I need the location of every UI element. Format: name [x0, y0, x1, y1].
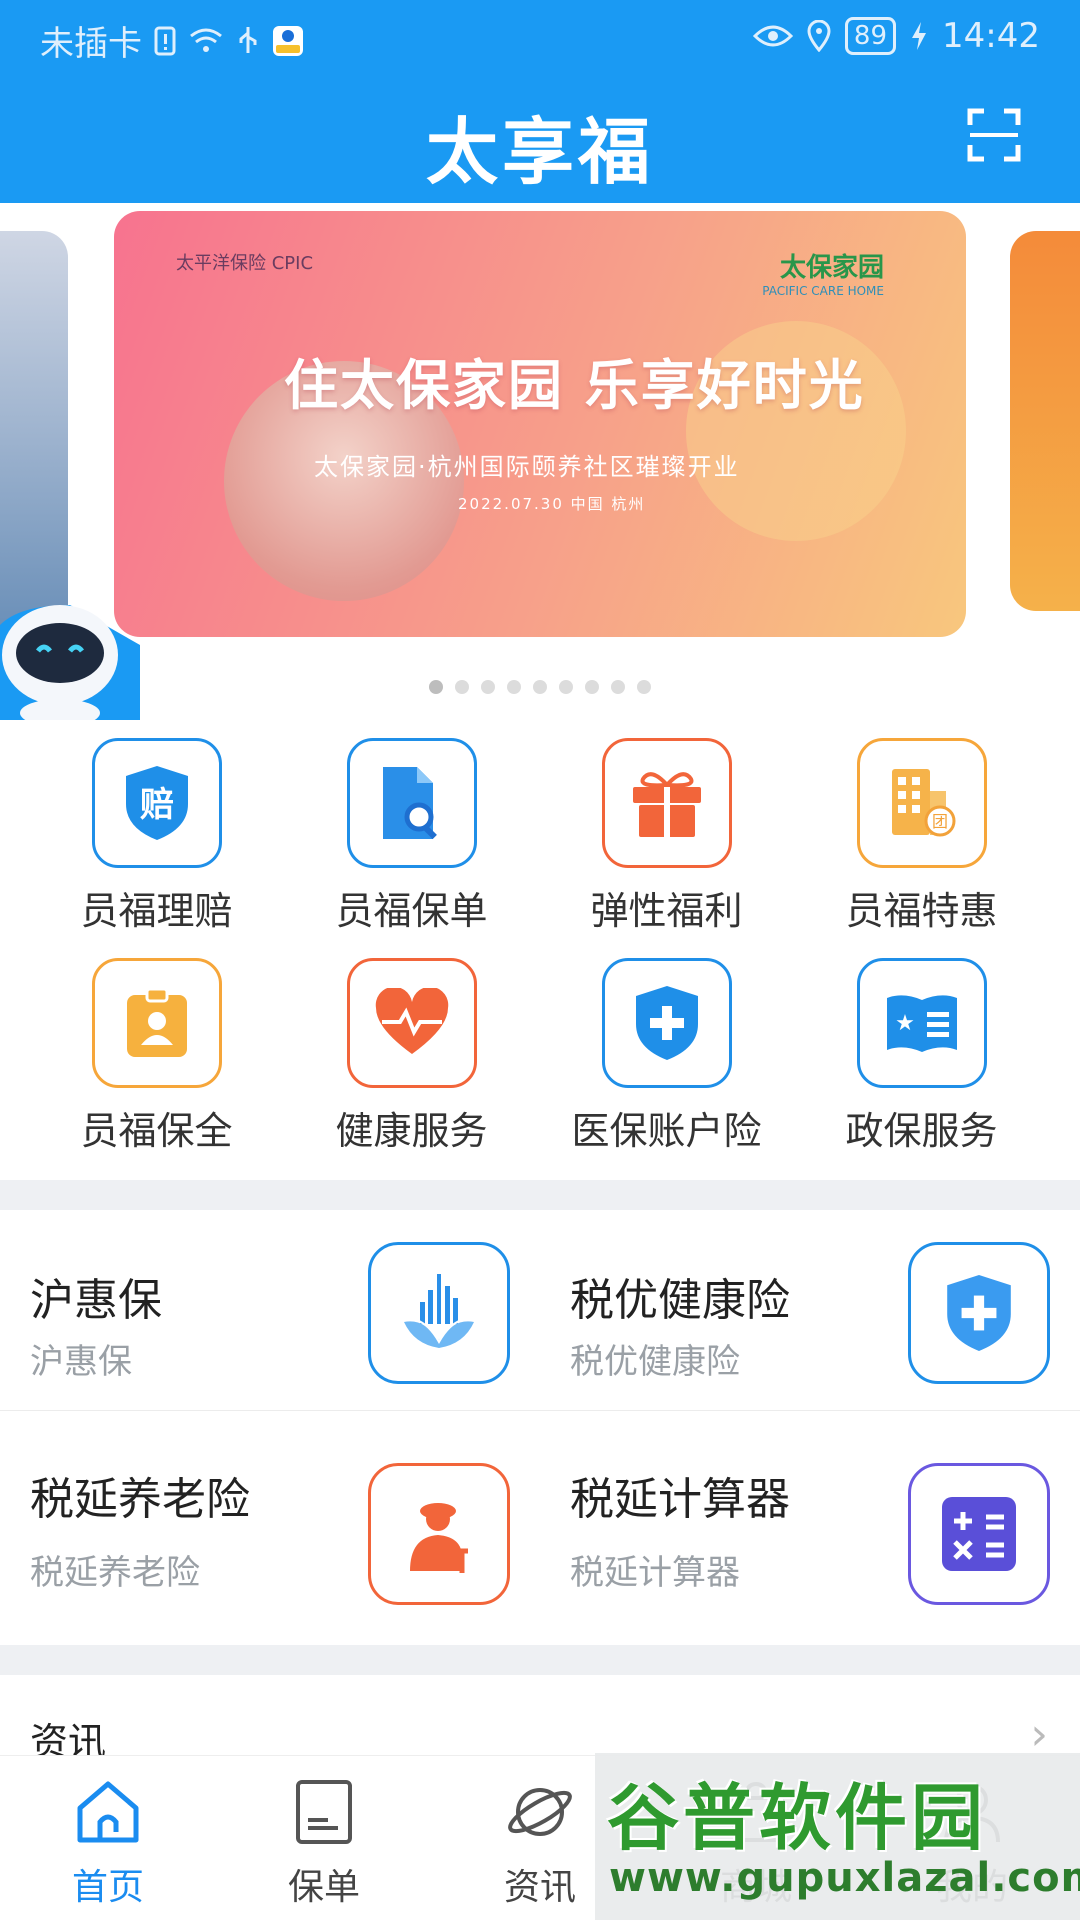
- banner-headline: 住太保家园 乐享好时光: [284, 353, 865, 417]
- battery-indicator: 89: [844, 17, 897, 55]
- sim-warning-icon: [154, 26, 176, 55]
- banner-carousel[interactable]: 太平洋保险 CPIC 太保家园 PACIFIC CARE HOME 住太保家园 …: [0, 203, 1080, 723]
- usb-icon: [239, 26, 257, 53]
- product-card-tax-calculator[interactable]: 税延计算器 税延计算器: [540, 1411, 1080, 1611]
- watermark-text: 谷普软件园: [607, 1776, 988, 1860]
- menu-item-label: 员福保全: [80, 1109, 233, 1153]
- svg-text:★: ★: [895, 1011, 915, 1036]
- menu-item-policy[interactable]: 员福保单: [284, 738, 539, 935]
- news-section-header[interactable]: 资讯 ›: [0, 1675, 1080, 1764]
- menu-item-preservation[interactable]: 员福保全: [29, 958, 284, 1155]
- app-title: 太享福: [425, 110, 654, 194]
- pagination-dot[interactable]: [429, 680, 443, 694]
- section-divider: [0, 1645, 1080, 1675]
- policy-doc-icon: [296, 1780, 352, 1844]
- menu-item-label: 弹性福利: [590, 889, 743, 933]
- app-notification-icon: [273, 25, 303, 56]
- product-name: 税延养老险: [30, 1474, 250, 1525]
- pagination-dot[interactable]: [559, 680, 573, 694]
- menu-item-flex-benefits[interactable]: 弹性福利: [539, 738, 794, 935]
- app-header: 太享福: [0, 75, 1080, 203]
- banner-next-slide[interactable]: [1010, 231, 1080, 611]
- calculator-icon: [908, 1463, 1050, 1605]
- banner-slide[interactable]: 太平洋保险 CPIC 太保家园 PACIFIC CARE HOME 住太保家园 …: [114, 211, 966, 637]
- robot-assistant-icon[interactable]: [0, 585, 140, 720]
- gift-icon: [601, 738, 732, 868]
- product-subtitle: 税优健康险: [570, 1342, 740, 1382]
- watermark-url: www.gupuxlazal.com: [609, 1855, 1080, 1901]
- building-discount-icon: 团: [856, 738, 987, 868]
- medical-shield-icon: [601, 958, 732, 1088]
- product-subtitle: 沪惠保: [30, 1342, 132, 1382]
- menu-item-label: 员福理赔: [80, 889, 233, 933]
- care-home-logo-cn: 太保家园: [779, 253, 884, 283]
- pagination-dot[interactable]: [507, 680, 521, 694]
- product-subtitle: 税延计算器: [570, 1553, 740, 1593]
- wifi-icon: [190, 28, 222, 52]
- care-home-logo-en: PACIFIC CARE HOME: [762, 284, 884, 298]
- cpic-logo: 太平洋保险 CPIC: [176, 253, 314, 274]
- pagination-dot[interactable]: [637, 680, 651, 694]
- carrier-label: 未插卡: [40, 24, 142, 64]
- government-book-icon: ★: [856, 958, 987, 1088]
- product-card-huhuibao[interactable]: 沪惠保 沪惠保: [0, 1210, 541, 1411]
- watermark-overlay: 谷普软件园 www.gupuxlazal.com: [595, 1753, 1080, 1920]
- banner-pagination: [0, 680, 1080, 694]
- home-icon: [77, 1781, 139, 1843]
- shanghai-skyline-icon: [368, 1242, 510, 1384]
- section-divider: [0, 1180, 1080, 1210]
- planet-icon: [508, 1788, 572, 1836]
- menu-item-label: 医保账户险: [571, 1109, 762, 1153]
- location-icon: [807, 20, 831, 52]
- pagination-dot[interactable]: [533, 680, 547, 694]
- pagination-dot[interactable]: [481, 680, 495, 694]
- tab-label: 保单: [287, 1867, 360, 1908]
- tab-home[interactable]: 首页: [0, 1776, 216, 1910]
- banner-date: 2022.07.30 中国 杭州: [458, 495, 646, 513]
- care-home-logo: 太保家园 PACIFIC CARE HOME: [762, 247, 884, 298]
- banner-prev-slide[interactable]: [0, 231, 68, 631]
- tab-policy[interactable]: 保单: [216, 1776, 432, 1910]
- heart-pulse-icon: [346, 958, 477, 1088]
- menu-item-government[interactable]: ★ 政保服务: [794, 958, 1049, 1155]
- product-name: 沪惠保: [30, 1275, 162, 1326]
- menu-item-health[interactable]: 健康服务: [284, 958, 539, 1155]
- pagination-dot[interactable]: [455, 680, 469, 694]
- policy-search-icon: [346, 738, 477, 868]
- menu-item-label: 健康服务: [335, 1109, 488, 1153]
- scan-icon[interactable]: [966, 107, 1022, 163]
- menu-item-medical-account[interactable]: 医保账户险: [539, 958, 794, 1155]
- status-bar: 未插卡 89 14:42: [0, 0, 1080, 75]
- banner-subtitle: 太保家园·杭州国际颐养社区璀璨开业: [314, 453, 740, 481]
- product-name: 税优健康险: [570, 1275, 790, 1326]
- clock: 14:42: [942, 16, 1040, 56]
- claim-shield-icon: 赔: [91, 738, 222, 868]
- svg-text:赔: 赔: [140, 785, 174, 825]
- charging-icon: [912, 22, 927, 50]
- menu-item-special-offers[interactable]: 团 员福特惠: [794, 738, 1049, 935]
- health-shield-icon: [908, 1242, 1050, 1384]
- product-subtitle: 税延养老险: [30, 1553, 200, 1593]
- menu-item-label: 员福特惠: [845, 889, 998, 933]
- pagination-dot[interactable]: [585, 680, 599, 694]
- product-card-tax-health[interactable]: 税优健康险 税优健康险: [540, 1210, 1080, 1411]
- product-name: 税延计算器: [570, 1474, 790, 1525]
- elderly-person-icon: [368, 1463, 510, 1605]
- menu-item-claims[interactable]: 赔 员福理赔: [29, 738, 284, 935]
- pagination-dot[interactable]: [611, 680, 625, 694]
- menu-item-label: 政保服务: [845, 1109, 998, 1153]
- menu-item-label: 员福保单: [335, 889, 488, 933]
- eye-icon: [752, 25, 793, 47]
- tab-label: 首页: [71, 1867, 144, 1908]
- svg-text:团: 团: [931, 812, 947, 831]
- badge-person-icon: [91, 958, 222, 1088]
- product-card-tax-pension[interactable]: 税延养老险 税延养老险: [0, 1411, 541, 1611]
